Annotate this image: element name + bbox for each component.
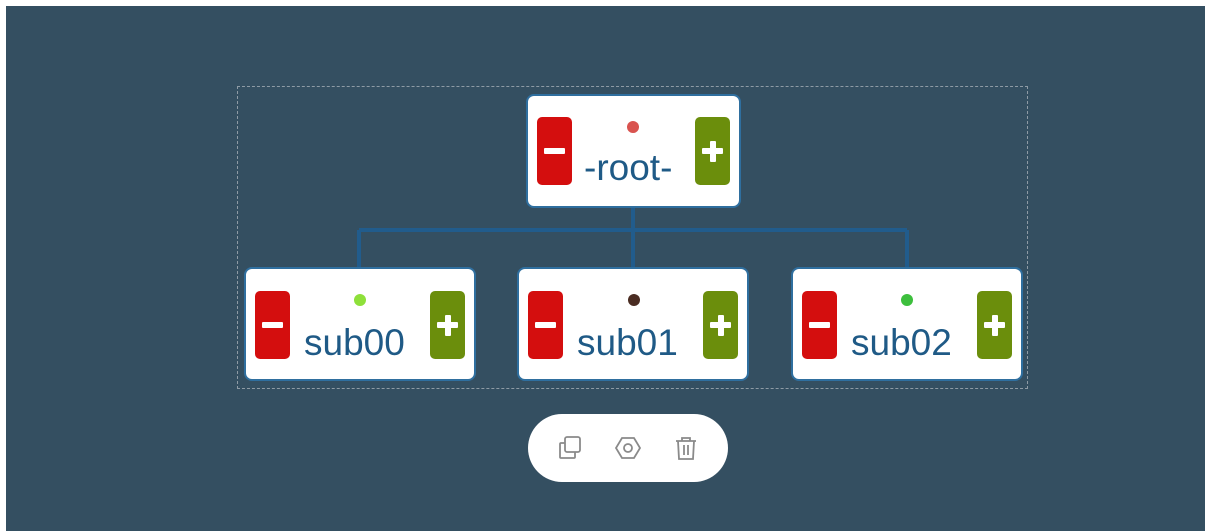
node-sub02-collapse-button[interactable] [802, 291, 837, 359]
minus-icon [535, 322, 556, 328]
node-root[interactable]: -root- [528, 96, 739, 206]
node-sub01-collapse-button[interactable] [528, 291, 563, 359]
node-sub01[interactable]: sub01 [519, 269, 747, 379]
node-sub02-expand-button[interactable] [977, 291, 1012, 359]
node-sub01-label: sub01 [577, 322, 678, 363]
node-sub00-status-dot [354, 294, 366, 306]
minus-icon [809, 322, 830, 328]
node-sub00-expand-button[interactable] [430, 291, 465, 359]
copy-icon [559, 436, 581, 459]
node-toolbar [528, 414, 728, 482]
delete-button[interactable] [672, 434, 700, 462]
node-sub01-status-dot [628, 294, 640, 306]
node-root-expand-button[interactable] [695, 117, 730, 185]
node-root-label: -root- [584, 147, 673, 188]
plus-icon-vertical [444, 314, 451, 336]
node-sub01-expand-button[interactable] [703, 291, 738, 359]
minus-icon [262, 322, 283, 328]
node-sub02-label: sub02 [851, 322, 952, 363]
plus-icon-vertical [717, 314, 724, 336]
node-sub02[interactable]: sub02 [793, 269, 1021, 379]
node-root-collapse-button[interactable] [537, 117, 572, 185]
minus-icon [544, 148, 565, 154]
plus-icon-vertical [991, 314, 998, 336]
node-sub00-collapse-button[interactable] [255, 291, 290, 359]
node-sub02-status-dot [901, 294, 913, 306]
node-root-status-dot [627, 121, 639, 133]
copy-button[interactable] [556, 434, 584, 462]
plus-icon-vertical [709, 140, 716, 162]
trash-icon [676, 437, 696, 460]
node-sub00[interactable]: sub00 [246, 269, 474, 379]
settings-button[interactable] [614, 434, 642, 462]
node-sub00-label: sub00 [304, 322, 405, 363]
settings-icon [614, 437, 642, 459]
